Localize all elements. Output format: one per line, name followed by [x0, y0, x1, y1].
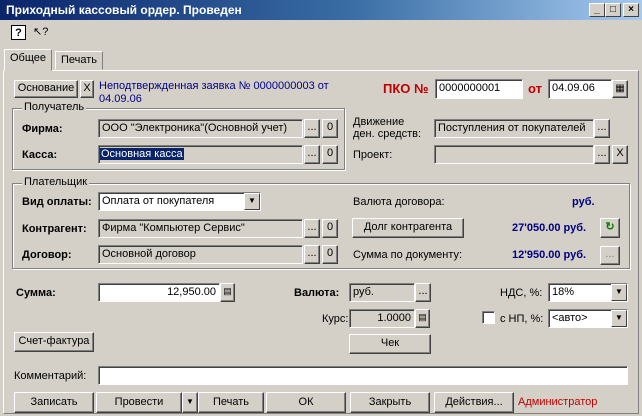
sum-doc-button[interactable]: ...: [600, 246, 620, 265]
movement-label-1: Движение: [353, 116, 405, 128]
rate-label: Курс:: [322, 313, 349, 325]
contract-label: Договор:: [22, 249, 72, 261]
firm-select-button[interactable]: ...: [304, 119, 320, 138]
ok-button[interactable]: ОК: [266, 392, 346, 413]
contractor-field[interactable]: Фирма "Компьютер Сервис": [98, 219, 303, 238]
pointer-help-icon[interactable]: ↖?: [33, 25, 48, 40]
np-checkbox[interactable]: [482, 311, 495, 324]
np-label: с НП, %:: [500, 313, 544, 325]
project-clear-button[interactable]: X: [612, 145, 628, 164]
from-label: от: [528, 81, 542, 96]
check-button[interactable]: Чек: [349, 334, 431, 354]
invoice-button[interactable]: Счет-фактура: [14, 332, 94, 352]
firm-label: Фирма:: [22, 123, 63, 135]
sum-label: Сумма:: [16, 287, 56, 299]
post-button[interactable]: Провести: [96, 392, 182, 413]
contract-select-button[interactable]: ...: [304, 245, 320, 264]
firm-field[interactable]: ООО "Электроника"(Основной учет): [98, 119, 303, 138]
receiver-group-title: Получатель: [22, 101, 87, 113]
np-dropdown-arrow-icon[interactable]: ▼: [611, 310, 627, 327]
user-name: Администратор: [518, 396, 598, 408]
pko-number-field[interactable]: 0000000001: [435, 79, 523, 99]
cash-label: Касса:: [22, 149, 58, 161]
sum-field[interactable]: 12,950.00: [98, 283, 220, 302]
cash-select-button[interactable]: ...: [304, 145, 320, 164]
cash-value: Основная касса: [100, 148, 184, 160]
refresh-icon[interactable]: ↻: [600, 218, 620, 238]
tab-general[interactable]: Общее: [4, 49, 53, 71]
cash-open-button[interactable]: 0: [322, 145, 338, 164]
sum-doc-label: Сумма по документу:: [353, 249, 463, 261]
post-menu-arrow-icon[interactable]: ▼: [182, 392, 198, 413]
nds-label: НДС, %:: [500, 287, 543, 299]
window-title: Приходный кассовый ордер. Проведен: [6, 3, 242, 17]
comment-label: Комментарий:: [14, 370, 87, 382]
sum-doc-value: 12'950.00 руб.: [512, 249, 587, 261]
pko-label: ПКО №: [383, 81, 429, 96]
movement-label-2: ден. средств:: [353, 128, 422, 140]
contract-open-button[interactable]: 0: [322, 245, 338, 264]
rate-calculator-icon[interactable]: ▤: [415, 309, 430, 328]
pay-type-select[interactable]: Оплата от покупателя: [98, 192, 261, 211]
payer-group-title: Плательщик: [22, 176, 90, 188]
firm-open-button[interactable]: 0: [322, 119, 338, 138]
comment-field[interactable]: [98, 366, 628, 385]
project-select-button[interactable]: ...: [594, 145, 610, 164]
maximize-icon[interactable]: □: [605, 3, 621, 17]
contract-currency-value: руб.: [572, 196, 595, 208]
minimize-icon[interactable]: _: [589, 3, 605, 17]
rate-field[interactable]: 1.0000: [349, 309, 415, 328]
help-icon[interactable]: ?: [11, 25, 26, 40]
pay-type-value: Оплата от покупателя: [102, 195, 215, 207]
movement-select-button[interactable]: ...: [594, 119, 610, 138]
project-label: Проект:: [353, 149, 393, 161]
pay-type-label: Вид оплаты:: [22, 196, 92, 208]
tab-print[interactable]: Печать: [55, 51, 104, 70]
nds-dropdown-arrow-icon[interactable]: ▼: [611, 284, 627, 301]
base-button[interactable]: Основание: [14, 80, 78, 98]
debt-button[interactable]: Долг контрагента: [352, 218, 464, 238]
contractor-select-button[interactable]: ...: [304, 219, 320, 238]
dropdown-arrow-icon[interactable]: ▼: [244, 193, 260, 210]
debt-value: 27'050.00 руб.: [512, 222, 587, 234]
nds-value: 18%: [552, 286, 575, 298]
print-button[interactable]: Печать: [198, 392, 264, 413]
date-field[interactable]: 04.09.06: [548, 79, 612, 99]
actions-button[interactable]: Действия...: [434, 392, 514, 413]
cash-field[interactable]: Основная касса: [98, 145, 303, 164]
project-field[interactable]: [434, 145, 594, 164]
currency-field[interactable]: руб.: [349, 283, 415, 302]
calendar-icon[interactable]: ▦: [612, 80, 628, 98]
contractor-label: Контрагент:: [22, 223, 87, 235]
contract-field[interactable]: Основной договор: [98, 245, 303, 264]
calculator-icon[interactable]: ▤: [220, 283, 235, 302]
currency-select-button[interactable]: ...: [415, 283, 431, 302]
movement-field[interactable]: Поступления от покупателей: [434, 119, 594, 138]
contractor-open-button[interactable]: 0: [322, 219, 338, 238]
currency-label: Валюта:: [294, 287, 340, 299]
unconfirmed-request-link[interactable]: Неподтвержденная заявка № 0000000003 от …: [99, 80, 334, 106]
close-button[interactable]: Закрыть: [350, 392, 430, 413]
close-icon[interactable]: ×: [623, 3, 639, 17]
contract-currency-label: Валюта договора:: [353, 196, 445, 208]
save-button[interactable]: Записать: [14, 392, 94, 413]
np-value: <авто>: [552, 312, 588, 324]
clear-base-button[interactable]: X: [80, 80, 94, 98]
